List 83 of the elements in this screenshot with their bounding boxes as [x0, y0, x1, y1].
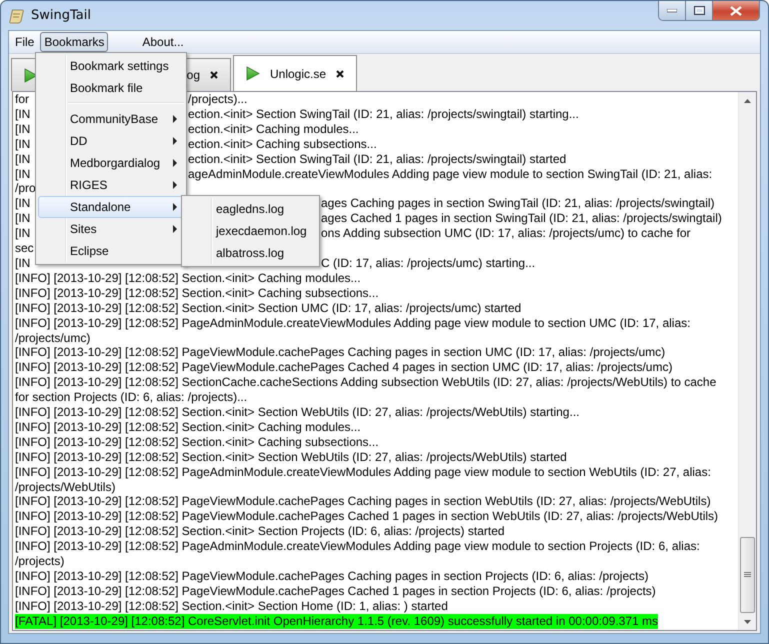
log-line: sec: [15, 241, 34, 256]
log-line: ection.<init> Section SwingTail (ID: 21, alias: /projects/swingtail) starting...: [188, 106, 579, 122]
log-line: [IN: [15, 152, 30, 167]
menu-item[interactable]: Medborgardialog: [38, 152, 184, 174]
log-line: [IN: [15, 256, 30, 271]
log-line: [INFO] [2013-10-29] [12:08:52] Section.<init> Section WebUtils (ID: 27, alias: /projects/WebUtils) starting...: [15, 405, 580, 420]
menu-item[interactable]: Bookmark settings: [38, 55, 184, 77]
log-line: /projects/umc): [15, 330, 90, 344]
menu-item[interactable]: albatross.log: [184, 242, 317, 264]
log-line: /pro: [15, 181, 36, 196]
log-line: for section Projects (ID: 6, alias: /projects)...: [15, 390, 248, 404]
log-line: [INFO] [2013-10-29] [12:08:52] Section.<init> Caching subsections...: [15, 286, 379, 300]
log-line: [IN: [15, 106, 30, 122]
menu-item[interactable]: Bookmark file: [38, 77, 184, 99]
log-line: [INFO] [2013-10-29] [12:08:52] SectionCache.cacheSections Adding subsection WebUtils (ID: 27, alias: /projects/WebUtils) to cache: [15, 375, 716, 390]
menu-item[interactable]: About...: [138, 32, 188, 52]
submenu-arrow-icon: [173, 115, 177, 123]
submenu-arrow-icon: [173, 159, 177, 167]
log-line: [IN: [15, 122, 30, 137]
log-line: ageAdminModule.createViewModules Adding page view module to section SwingTail (ID: 21, alias:: [188, 166, 712, 182]
tab[interactable]: Unlogic.se: [233, 55, 358, 91]
log-line: C (ID: 17, alias: /projects/umc) starting...: [321, 256, 536, 271]
log-line: [INFO] [2013-10-29] [12:08:52] PageAdminModule.createViewModules Adding page view module to section Projects (ID: 6, alias:: [15, 539, 700, 554]
log-line: [INFO] [2013-10-29] [12:08:52] Section.<init> Caching subsections...: [15, 434, 379, 449]
menu-item[interactable]: Standalone: [38, 196, 184, 218]
log-line: [INFO] [2013-10-29] [12:08:52] Section.<init> Section UMC (ID: 17, alias: /projects/umc) started: [15, 300, 522, 315]
log-line: [INFO] [2013-10-29] [12:08:52] PageViewModule.cachePages Cached 1 pages in section WebUtils (ID: 27, alias: /projects/WebUtils): [15, 509, 718, 524]
submenu-arrow-icon: [173, 225, 177, 233]
log-line: [IN: [15, 211, 30, 226]
log-line: [IN: [15, 166, 30, 182]
scrollbar-thumb[interactable]: [740, 537, 755, 613]
log-line: ages Caching pages in section SwingTail (ID: 21, alias: /projects/swingtail): [321, 196, 715, 212]
close-icon[interactable]: [210, 71, 218, 79]
log-line: [INFO] [2013-10-29] [12:08:52] Section.<init> Caching modules...: [15, 420, 361, 434]
close-button[interactable]: [713, 1, 759, 20]
log-line: [INFO] [2013-10-29] [12:08:52] PageAdminModule.createViewModules Adding page view module to section UMC (ID: 17, alias:: [15, 316, 690, 330]
log-line: ons Adding subsection UMC (ID: 17, alias: /projects/umc) to cache for: [321, 226, 690, 242]
log-line: [INFO] [2013-10-29] [12:08:52] Section.<init> Section Home (ID: 1, alias: ) started: [15, 598, 448, 613]
menu-item[interactable]: jexecdaemon.log: [184, 220, 317, 242]
window-title: SwingTail: [31, 8, 91, 23]
close-icon[interactable]: [336, 70, 344, 78]
menu-item[interactable]: Bookmarks: [40, 32, 108, 52]
menu-item[interactable]: Sites: [38, 218, 184, 240]
log-line: for: [15, 92, 30, 107]
log-line: [INFO] [2013-10-29] [12:08:52] PageViewModule.cachePages Caching pages in section Projects (ID: 6, alias: /projects): [15, 569, 648, 583]
submenu-arrow-icon: [173, 181, 177, 189]
play-icon: [246, 66, 260, 81]
log-line: [INFO] [2013-10-29] [12:08:52] Section.<init> Caching modules...: [15, 270, 361, 285]
down-arrow-icon: [744, 620, 751, 624]
menu-item[interactable]: eagledns.log: [184, 198, 317, 220]
menu-item[interactable]: RIGES: [38, 174, 184, 196]
log-line: [INFO] [2013-10-29] [12:08:52] PageViewModule.cachePages Cached 4 pages in section UMC (ID: 17, alias: /projects/umc): [15, 360, 672, 374]
submenu-arrow-icon: [173, 137, 177, 145]
minimize-icon: [667, 8, 677, 12]
log-line: [INFO] [2013-10-29] [12:08:52] PageAdminModule.createViewModules Adding page view module to section WebUtils (ID: 27, alias:: [15, 464, 711, 479]
grip-icon: [744, 572, 751, 578]
menu-item[interactable]: Eclipse: [38, 240, 184, 262]
scroll-icon: [9, 8, 25, 24]
log-line: /projects): [15, 554, 64, 568]
maximize-button[interactable]: [686, 1, 713, 20]
log-line: [IN: [15, 136, 30, 152]
log-line: ection.<init> Caching subsections...: [188, 136, 377, 152]
log-line: ages Cached 1 pages in section SwingTail (ID: 21, alias: /projects/swingtail): [321, 211, 722, 226]
log-line: [INFO] [2013-10-29] [12:08:52] PageViewModule.cachePages Caching pages in section UMC (ID: 17, alias: /projects/umc): [15, 345, 666, 360]
log-line: [INFO] [2013-10-29] [12:08:52] Section.<init> Section Projects (ID: 6, alias: /projects) started: [15, 524, 505, 538]
log-line: /projects/WebUtils): [15, 480, 116, 494]
log-line: /projects)...: [188, 92, 248, 107]
log-line: [IN: [15, 226, 30, 242]
menu-item[interactable]: CommunityBase: [38, 108, 184, 130]
minimize-button[interactable]: [659, 1, 686, 20]
menu-item[interactable]: File: [11, 32, 38, 52]
log-line: ection.<init> Caching modules...: [188, 122, 359, 137]
play-icon: [24, 68, 38, 82]
log-line: [INFO] [2013-10-29] [12:08:52] Section.<init> Section WebUtils (ID: 27, alias: /projects/WebUtils) started: [15, 450, 567, 464]
up-arrow-icon: [744, 98, 751, 102]
log-line: [IN: [15, 196, 30, 212]
maximize-icon: [694, 6, 704, 15]
log-line: [INFO] [2013-10-29] [12:08:52] PageViewModule.cachePages Caching pages in section WebUtils (ID: 27, alias: /projects/WebUtils): [15, 494, 711, 508]
log-line: [INFO] [2013-10-29] [12:08:52] PageViewModule.cachePages Cached 1 pages in section Projects (ID: 6, alias: /projects): [15, 584, 656, 598]
menu-item[interactable]: DD: [38, 130, 184, 152]
close-icon: [730, 6, 742, 16]
log-line: ection.<init> Section SwingTail (ID: 21, alias: /projects/swingtail) started: [188, 152, 566, 167]
submenu-arrow-icon: [173, 203, 177, 211]
